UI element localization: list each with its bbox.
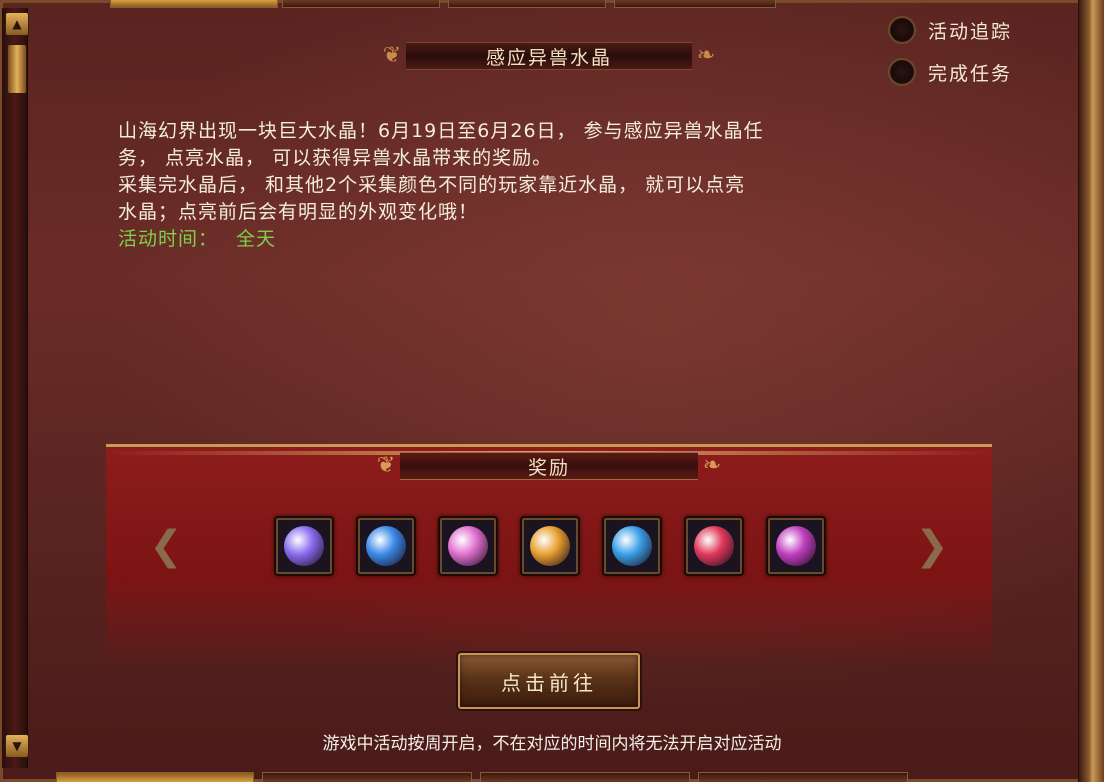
blue-eggs-icon: [612, 526, 652, 566]
radio-icon[interactable]: [888, 16, 916, 44]
red-gem-icon: [694, 526, 734, 566]
reward-item-1[interactable]: [274, 516, 334, 576]
go-button[interactable]: 点击前往: [458, 653, 640, 709]
reward-item-2[interactable]: [356, 516, 416, 576]
schedule-notice: 游戏中活动按周开启，不在对应的时间内将无法开启对应活动: [322, 734, 782, 754]
reward-item-3[interactable]: [438, 516, 498, 576]
reward-title: 奖励: [527, 456, 570, 479]
scroll-up-icon[interactable]: ▲: [5, 12, 29, 36]
top-tab-2[interactable]: [282, 0, 440, 8]
activity-time: 活动时间： 全天: [118, 226, 938, 253]
bottom-tab-2[interactable]: [262, 772, 472, 782]
track-activity-toggle[interactable]: 活动追踪: [888, 14, 1012, 46]
top-tab-3[interactable]: [448, 0, 606, 8]
description-line: 水晶；点亮前后会有明显的外观变化哦！: [118, 201, 479, 223]
reward-item-5[interactable]: [602, 516, 662, 576]
track-activity-label: 活动追踪: [928, 20, 1013, 43]
gold-eggs-icon: [530, 526, 570, 566]
pink-crystal-orb-icon: [448, 526, 488, 566]
purple-lucky-bag-icon: [284, 526, 324, 566]
purple-orb-icon: [776, 526, 816, 566]
reward-item-7[interactable]: [766, 516, 826, 576]
ornament-right-icon: ❧: [696, 43, 716, 68]
activity-time-label: 活动时间：: [118, 228, 219, 250]
bottom-tab-4[interactable]: [698, 772, 908, 782]
top-tab-1[interactable]: [110, 0, 278, 8]
complete-task-label: 完成任务: [928, 62, 1013, 85]
bottom-tab-strip: [0, 772, 1080, 782]
ornament-left-icon: ❦: [376, 453, 396, 478]
top-tab-strip: [0, 0, 1080, 8]
scroll-thumb[interactable]: [7, 44, 27, 94]
right-frame: [1078, 0, 1104, 782]
blue-crystal-orb-icon: [366, 526, 406, 566]
description-line: 采集完水晶后， 和其他2个采集颜色不同的玩家靠近水晶， 就可以点亮: [118, 174, 746, 196]
activity-time-value: 全天: [236, 228, 277, 250]
activity-description: 山海幻界出现一块巨大水晶！6月19日至6月26日， 参与感应异兽水晶任 务， 点…: [118, 118, 938, 253]
bottom-tab-1[interactable]: [56, 772, 254, 782]
description-line: 务， 点亮水晶， 可以获得异兽水晶带来的奖励。: [118, 147, 553, 169]
prev-arrow-icon[interactable]: ❮: [146, 526, 186, 566]
ornament-left-icon: ❦: [382, 43, 402, 68]
activity-title-banner: ❦ ❧ 感应异兽水晶: [372, 38, 726, 74]
reward-item-4[interactable]: [520, 516, 580, 576]
ornament-right-icon: ❧: [702, 453, 722, 478]
radio-icon[interactable]: [888, 58, 916, 86]
bottom-tab-3[interactable]: [480, 772, 690, 782]
scrollbar[interactable]: ▲ ▼: [2, 8, 29, 768]
reward-item-6[interactable]: [684, 516, 744, 576]
reward-title-banner: ❦ ❧ 奖励: [366, 448, 732, 484]
top-tab-4[interactable]: [614, 0, 776, 8]
complete-task-toggle[interactable]: 完成任务: [888, 56, 1012, 88]
description-line: 山海幻界出现一块巨大水晶！6月19日至6月26日， 参与感应异兽水晶任: [118, 120, 764, 142]
next-arrow-icon[interactable]: ❯: [912, 526, 952, 566]
activity-title: 感应异兽水晶: [485, 46, 612, 69]
